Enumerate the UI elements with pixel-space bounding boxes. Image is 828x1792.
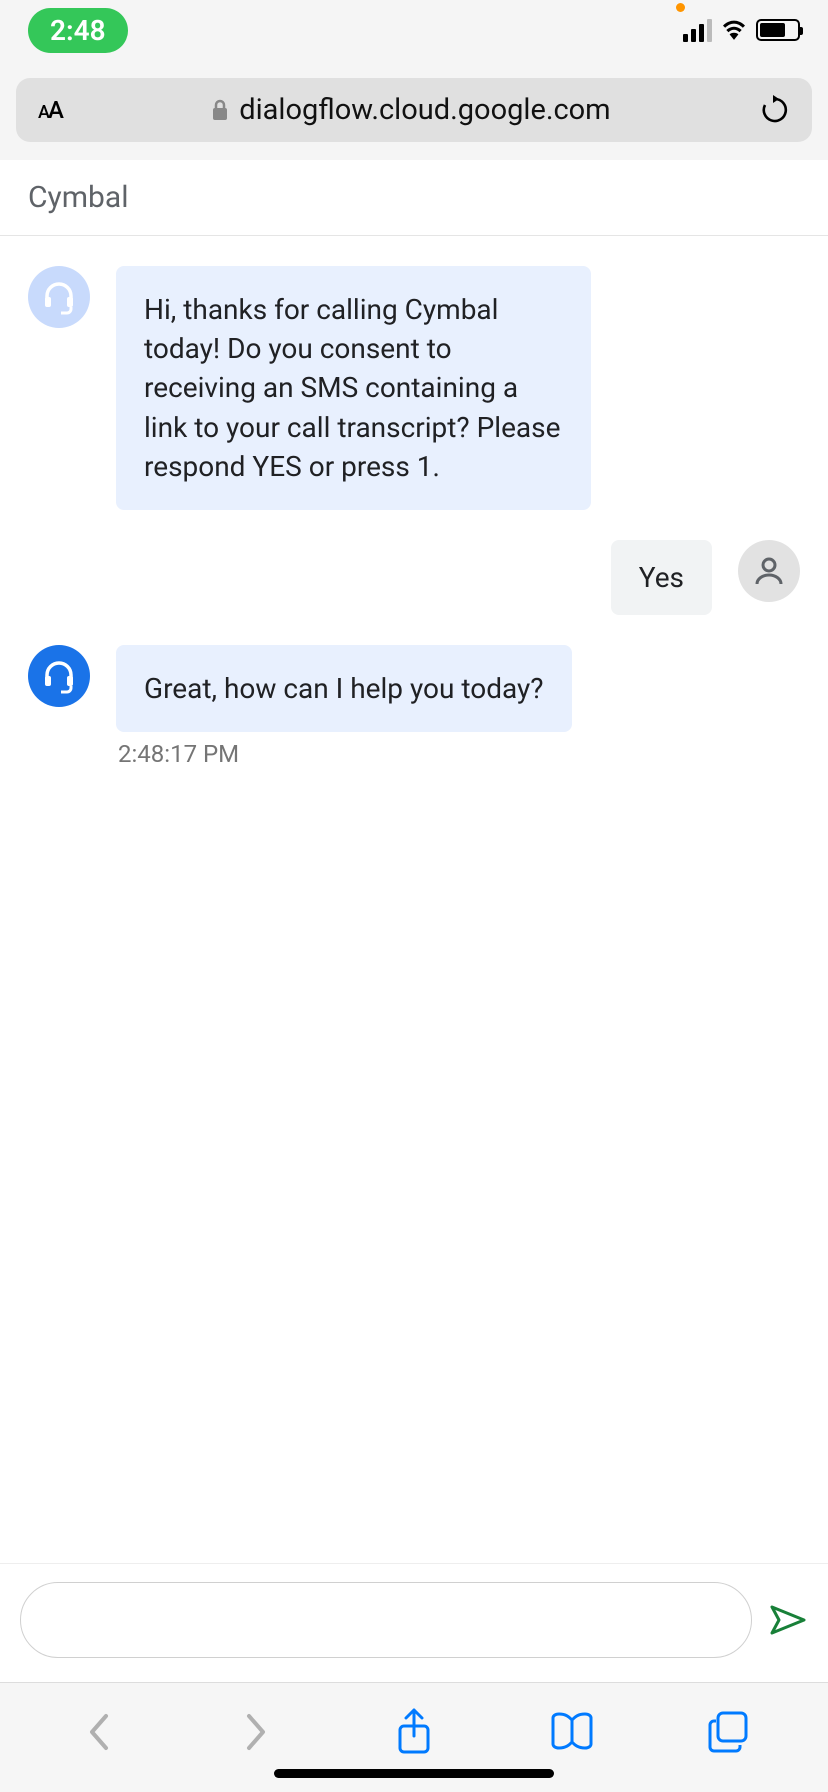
message-bubble: Hi, thanks for calling Cymbal today! Do … xyxy=(116,266,591,510)
reload-icon[interactable] xyxy=(760,94,790,126)
status-bar: 2:48 xyxy=(0,0,828,60)
battery-icon xyxy=(756,19,800,41)
share-icon xyxy=(395,1708,433,1756)
recording-dot-icon xyxy=(676,3,685,12)
tabs-icon xyxy=(707,1710,751,1754)
headset-icon xyxy=(41,658,77,694)
back-button[interactable] xyxy=(74,1707,124,1757)
message-timestamp: 2:48:17 PM xyxy=(118,740,572,768)
chevron-right-icon xyxy=(243,1712,269,1752)
headset-icon xyxy=(41,279,77,315)
lock-icon xyxy=(211,99,229,121)
forward-button[interactable] xyxy=(231,1707,281,1757)
chat-area: Hi, thanks for calling Cymbal today! Do … xyxy=(0,236,828,1563)
wifi-icon xyxy=(720,19,748,41)
page-header: Cymbal xyxy=(0,160,828,236)
text-size-icon[interactable]: AA xyxy=(38,96,62,124)
message-bubble: Yes xyxy=(611,540,712,615)
chevron-left-icon xyxy=(86,1712,112,1752)
bot-avatar xyxy=(28,645,90,707)
book-icon xyxy=(549,1712,595,1752)
tabs-button[interactable] xyxy=(704,1707,754,1757)
url-text: dialogflow.cloud.google.com xyxy=(239,93,610,127)
address-bar[interactable]: AA dialogflow.cloud.google.com xyxy=(16,78,812,142)
user-message: Yes xyxy=(28,540,800,615)
bot-message: Great, how can I help you today? 2:48:17… xyxy=(28,645,800,768)
cellular-icon xyxy=(683,19,712,42)
bookmarks-button[interactable] xyxy=(547,1707,597,1757)
person-icon xyxy=(752,554,786,588)
status-icons xyxy=(683,19,800,42)
status-time: 2:48 xyxy=(28,8,128,53)
chat-input[interactable] xyxy=(20,1582,752,1658)
share-button[interactable] xyxy=(389,1707,439,1757)
send-button[interactable] xyxy=(768,1600,808,1640)
send-icon xyxy=(770,1605,806,1635)
chat-input-area xyxy=(0,1563,828,1682)
message-bubble: Great, how can I help you today? xyxy=(116,645,572,732)
url-display[interactable]: dialogflow.cloud.google.com xyxy=(74,93,748,127)
bot-avatar xyxy=(28,266,90,328)
bot-message: Hi, thanks for calling Cymbal today! Do … xyxy=(28,266,800,510)
page-title: Cymbal xyxy=(28,180,800,215)
home-indicator[interactable] xyxy=(274,1769,554,1778)
user-avatar xyxy=(738,540,800,602)
